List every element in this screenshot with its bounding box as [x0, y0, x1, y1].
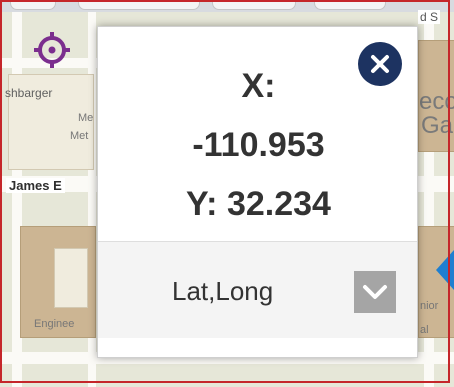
- map-label: Ga: [421, 112, 454, 139]
- map-label: nior: [420, 300, 439, 312]
- toolbar-tab[interactable]: [212, 0, 296, 10]
- format-selected-value: Lat,Long: [172, 276, 274, 306]
- map-screen: shbarger Me Met James E Enginee eco Ga n…: [0, 0, 454, 387]
- map-label: d S: [418, 10, 441, 24]
- map-label: Enginee: [34, 318, 75, 330]
- coordinates-readout: X: -110.953 Y: 32.234: [98, 57, 419, 234]
- toolbar-tab[interactable]: [10, 0, 56, 10]
- y-line: Y: 32.234: [186, 185, 331, 223]
- format-dropdown-button[interactable]: [354, 271, 396, 313]
- coordinate-format-select[interactable]: Lat,Long: [98, 241, 417, 338]
- map-building: [54, 248, 88, 308]
- map-label: Met: [70, 130, 89, 142]
- map-label: al: [420, 324, 429, 336]
- x-value: -110.953: [192, 126, 325, 164]
- top-toolbar-strip: d S: [0, 0, 454, 24]
- toolbar-tab[interactable]: [78, 0, 200, 10]
- street-label: James E: [6, 178, 65, 193]
- coordinates-popup: X: -110.953 Y: 32.234 Lat,Long: [97, 26, 418, 358]
- map-label: shbarger: [5, 86, 53, 100]
- toolbar-tab[interactable]: [314, 0, 386, 10]
- map-label: Me: [78, 112, 94, 124]
- x-label: X:: [241, 67, 276, 105]
- arrow-left-icon[interactable]: [436, 250, 454, 290]
- chevron-down-icon: [363, 285, 387, 299]
- crosshair-icon[interactable]: [30, 28, 74, 72]
